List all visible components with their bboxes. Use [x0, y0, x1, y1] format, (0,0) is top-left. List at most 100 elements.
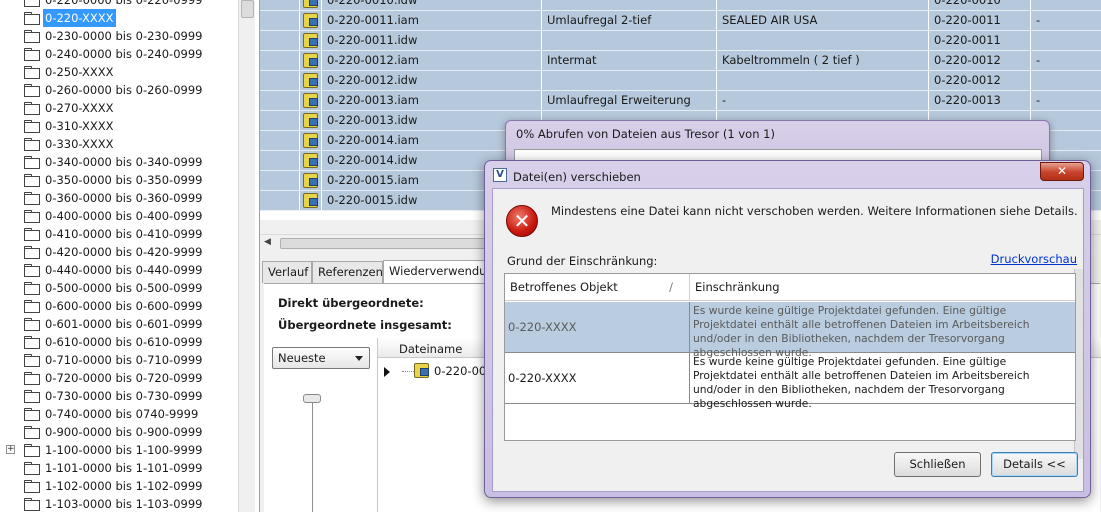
table-row[interactable]: 0-220-XXXX Es wurde keine gültige Projek…: [505, 353, 1075, 410]
tree-item-label: 0-420-0000 bis 0-420-9999: [45, 245, 203, 259]
folder-icon: [24, 444, 40, 457]
table-row[interactable]: 0-220-0011.iam Umlaufregal 2-tief SEALED A…: [260, 11, 1101, 31]
tree-item-label: 1-100-0000 bis 1-100-9999: [45, 443, 203, 457]
tree-item-label: 0-240-0000 bis 0-240-0999: [45, 47, 203, 61]
details-button[interactable]: Details <<: [991, 452, 1078, 477]
folder-icon: [24, 48, 40, 61]
file-name-cell: 0-220-0012.idw: [322, 71, 542, 90]
expand-icon[interactable]: +: [6, 445, 15, 454]
slider-handle[interactable]: [303, 394, 321, 403]
file-name-cell: 0-220-0012.iam: [322, 51, 542, 70]
tab-verlauf[interactable]: Verlauf: [262, 261, 312, 283]
state-cell: [1031, 0, 1101, 10]
folder-icon: [24, 138, 40, 151]
table-row[interactable]: 0-220-0012.iam Intermat Kabeltrommeln ( 2 …: [260, 51, 1101, 71]
folder-icon: [24, 192, 40, 205]
tree-item-label: 0-601-0000 bis 0-601-0999: [45, 317, 203, 331]
state-cell: -: [1031, 91, 1101, 110]
folder-icon: [24, 30, 40, 43]
description-cell: [717, 31, 929, 50]
description-cell: [717, 0, 929, 10]
tree-item-label: 0-710-0000 bis 0-710-0999: [45, 353, 203, 367]
sort-indicator-icon: /: [669, 280, 673, 294]
row-selector: [260, 131, 300, 150]
row-selector: [260, 0, 300, 10]
part-number-cell: 0-220-0012: [929, 71, 1031, 90]
file-type-cell: [300, 131, 322, 150]
app-icon: V: [493, 168, 507, 182]
description-cell: [717, 71, 929, 90]
state-cell: [1031, 71, 1101, 90]
tree-item-label: 0-440-0000 bis 0-440-0999: [45, 263, 203, 277]
tree-item-label: 0-500-0000 bis 0-500-0999: [45, 281, 203, 295]
tree-scrollbar[interactable]: [238, 0, 255, 512]
print-preview-link[interactable]: Druckvorschau: [991, 252, 1077, 266]
dialog-title: Datei(en) verschieben: [513, 170, 641, 184]
tree-item-label: 1-101-0000 bis 1-101-0999: [45, 461, 203, 475]
tree-item-label: 0-270-XXXX: [45, 101, 114, 115]
folder-icon: [24, 174, 40, 187]
title-cell: Intermat: [542, 51, 717, 70]
state-cell: -: [1031, 11, 1101, 30]
table-row[interactable]: 0-220-0010.idw 0-220-0010: [260, 0, 1101, 11]
tree-item-label: 0-730-0000 bis 0-730-0999: [45, 389, 203, 403]
title-cell: [542, 31, 717, 50]
folder-icon: [24, 318, 40, 331]
close-icon[interactable]: ✕: [1040, 162, 1084, 181]
folder-tree: 0-220-0000 bis 0-220-0999 0-220-XXXX 0-230…: [0, 0, 238, 512]
scroll-left-icon[interactable]: ◀: [264, 237, 271, 247]
table-row[interactable]: 0-220-XXXX Es wurde keine gültige Projek…: [505, 302, 1075, 359]
object-column-header[interactable]: Betroffenes Objekt /: [505, 274, 690, 301]
tab-referenzen[interactable]: Referenzen: [312, 261, 383, 283]
object-column-label: Betroffenes Objekt: [510, 280, 618, 294]
assembly-file-icon: [303, 13, 318, 28]
file-type-cell: [300, 151, 322, 170]
row-selector: [260, 171, 300, 190]
row-selector: [260, 11, 300, 30]
folder-icon: [24, 480, 40, 493]
sort-dropdown[interactable]: Neueste: [272, 347, 370, 369]
progress-title: 0% Abrufen von Dateien aus Tresor (1 von…: [516, 127, 775, 141]
folder-icon: [24, 354, 40, 367]
file-name-cell: 0-220-0011.iam: [322, 11, 542, 30]
drawing-file-icon: [303, 33, 318, 48]
row-selector: [260, 151, 300, 170]
chevron-down-icon: [355, 356, 363, 361]
drawing-file-icon: [303, 113, 318, 128]
affected-object: 0-220-XXXX: [505, 302, 690, 352]
grid-scroll-thumb[interactable]: [280, 238, 500, 249]
row-selector: [260, 51, 300, 70]
description-cell: SEALED AIR USA: [717, 11, 929, 30]
drawing-file-icon: [303, 193, 318, 208]
affected-object: 0-220-XXXX: [505, 353, 690, 403]
filename-column-header[interactable]: Dateiname: [399, 342, 462, 356]
folder-icon: [24, 84, 40, 97]
folder-icon: [24, 120, 40, 133]
table-row[interactable]: 0-220-0012.idw 0-220-0012: [260, 71, 1101, 91]
drawing-file-icon: [303, 153, 318, 168]
row-selector: [260, 91, 300, 110]
tree-item-label: 0-900-0000 bis 0-900-0999: [45, 425, 203, 439]
row-selector: [260, 31, 300, 50]
restriction-column-header[interactable]: Einschränkung: [690, 274, 1075, 301]
tree-item-label: 0-220-XXXX: [43, 9, 116, 27]
move-files-dialog: V Datei(en) verschieben ✕ ✕ Mindestens e…: [484, 160, 1091, 498]
folder-icon: [24, 372, 40, 385]
error-icon: ✕: [506, 205, 538, 237]
folder-icon: [24, 408, 40, 421]
drawing-file-icon: [303, 0, 318, 8]
assembly-file-icon: [303, 133, 318, 148]
table-row[interactable]: 0-220-0013.iam Umlaufregal Erweiterung -0-…: [260, 91, 1101, 111]
assembly-file-icon: [303, 93, 318, 108]
tree-scroll-thumb[interactable]: [241, 0, 254, 18]
assembly-file-icon: [303, 53, 318, 68]
close-button[interactable]: Schließen: [894, 452, 981, 477]
state-cell: -: [1031, 51, 1101, 70]
tree-item-label: 0-410-0000 bis 0-410-0999: [45, 227, 203, 241]
table-row[interactable]: 0-220-0011.idw 0-220-0011: [260, 31, 1101, 51]
part-number-cell: 0-220-0011: [929, 31, 1031, 50]
file-name-cell: 0-220-0010.idw: [322, 0, 542, 10]
zoom-slider[interactable]: [303, 394, 321, 512]
direct-parents-label: Direkt übergeordnete:: [278, 296, 424, 310]
folder-icon: [24, 0, 40, 7]
